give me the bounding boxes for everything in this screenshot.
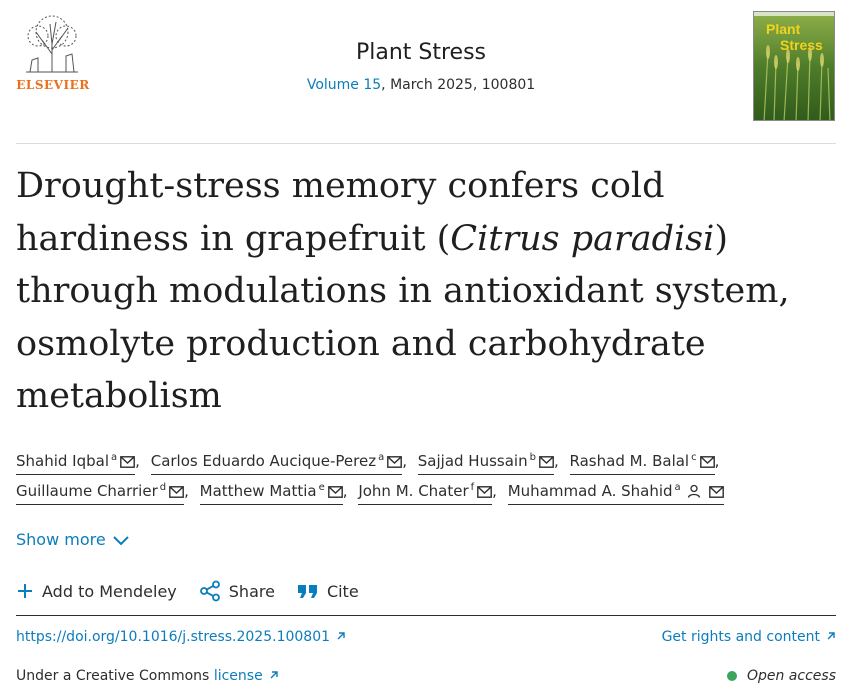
rights-link[interactable]: Get rights and content	[662, 629, 836, 645]
volume-link[interactable]: Volume 15	[307, 77, 381, 93]
author-separator: ,	[492, 482, 497, 500]
author-affiliation-sup: e	[318, 482, 325, 493]
cover-title-line2: Stress	[780, 37, 823, 53]
author-affiliation-sup: a	[378, 452, 385, 463]
author-name: Guillaume Charrier	[16, 482, 158, 500]
cover-wheat-illustration: Plant Stress	[754, 12, 834, 120]
journal-info: Plant Stress Volume 15, March 2025, 1008…	[216, 40, 626, 93]
article-title-italic: Citrus paradisi	[450, 218, 715, 259]
author-link[interactable]: Carlos Eduardo Aucique-Perez a	[150, 448, 403, 475]
chevron-down-icon	[112, 535, 129, 545]
open-access-badge: Open access	[726, 668, 836, 684]
author-separator: ,	[714, 452, 720, 470]
license-link-label: license	[213, 668, 263, 684]
share-button[interactable]: Share	[199, 580, 275, 602]
license-row: Under a Creative Commons license Open ac…	[16, 668, 836, 684]
plus-icon	[18, 584, 32, 598]
license-prefix: Under a Creative Commons	[16, 668, 214, 684]
journal-meta: Volume 15, March 2025, 100801	[216, 77, 626, 93]
share-icon	[199, 580, 220, 602]
doi-link[interactable]: https://doi.org/10.1016/j.stress.2025.10…	[16, 629, 346, 645]
article-header: ELSEVIER Plant Stress Volume 15, March 2…	[16, 8, 836, 144]
author-link[interactable]: Guillaume Charrier d	[16, 478, 185, 505]
external-link-icon	[336, 629, 346, 645]
cite-label: Cite	[326, 581, 359, 601]
author-separator: ,	[135, 452, 140, 470]
doi-row: https://doi.org/10.1016/j.stress.2025.10…	[16, 615, 836, 657]
author-list: Shahid Iqbal a, Carlos Eduardo Aucique-Pe…	[16, 446, 836, 506]
doi-text: https://doi.org/10.1016/j.stress.2025.10…	[16, 628, 331, 645]
publisher-name: ELSEVIER	[16, 78, 90, 92]
author-name: Rashad M. Balal	[569, 452, 690, 470]
author-link[interactable]: Matthew Mattia e	[199, 478, 343, 505]
author-affiliation-sup: d	[159, 482, 167, 493]
email-icon	[699, 453, 715, 473]
email-icon	[477, 483, 493, 503]
journal-cover-image[interactable]: Plant Stress	[753, 11, 835, 121]
author-affiliation-sup: f	[470, 482, 475, 493]
email-icon	[387, 453, 403, 473]
show-more-label: Show more	[16, 530, 106, 549]
author-name: Carlos Eduardo Aucique-Perez	[150, 452, 377, 470]
article-title: Drought-stress memory confers cold hardi…	[16, 160, 836, 423]
license-text: Under a Creative Commons license	[16, 668, 279, 684]
add-to-mendeley-button[interactable]: Add to Mendeley	[16, 582, 177, 601]
person-icon	[687, 483, 701, 503]
author-link[interactable]: John M. Chater f	[358, 478, 493, 505]
author-affiliation-sup: b	[529, 452, 536, 463]
email-icon	[539, 453, 554, 473]
issue-info: , March 2025, 100801	[381, 77, 536, 93]
author-affiliation-sup: a	[674, 482, 681, 493]
cite-button[interactable]: Cite	[297, 582, 359, 601]
add-to-mendeley-label: Add to Mendeley	[42, 581, 177, 601]
author-name: Muhammad A. Shahid	[507, 482, 673, 500]
email-icon	[708, 483, 724, 503]
open-access-label: Open access	[746, 668, 836, 684]
author-separator: ,	[184, 482, 189, 500]
author-name: John M. Chater	[358, 482, 469, 500]
email-icon	[327, 483, 343, 503]
author-name: Shahid Iqbal	[16, 452, 110, 470]
author-link[interactable]: Rashad M. Balal c	[569, 448, 715, 475]
author-link[interactable]: Shahid Iqbal a	[16, 448, 136, 475]
author-separator: ,	[553, 452, 559, 470]
open-access-dot-icon	[726, 671, 737, 681]
license-link[interactable]: license	[214, 668, 279, 684]
show-more-button[interactable]: Show more	[16, 530, 130, 549]
rights-text: Get rights and content	[661, 628, 820, 645]
author-name: Sajjad Hussain	[417, 452, 528, 470]
author-name: Matthew Mattia	[199, 482, 317, 500]
email-icon	[169, 483, 185, 503]
journal-title-link[interactable]: Plant Stress	[216, 40, 626, 65]
author-separator: ,	[402, 452, 407, 470]
external-link-icon	[826, 629, 836, 645]
share-label: Share	[228, 581, 275, 601]
email-icon	[120, 453, 136, 473]
author-affiliation-sup: c	[691, 452, 697, 463]
author-link[interactable]: Sajjad Hussain b	[417, 448, 554, 475]
author-affiliation-sup: a	[111, 452, 118, 463]
author-link[interactable]: Muhammad A. Shahid a	[507, 478, 724, 505]
quote-icon	[297, 585, 317, 598]
author-separator: ,	[342, 482, 348, 500]
article-actions: Add to Mendeley Share Cite	[16, 580, 381, 602]
external-link-icon	[269, 668, 279, 684]
cover-title-line1: Plant	[766, 21, 801, 37]
